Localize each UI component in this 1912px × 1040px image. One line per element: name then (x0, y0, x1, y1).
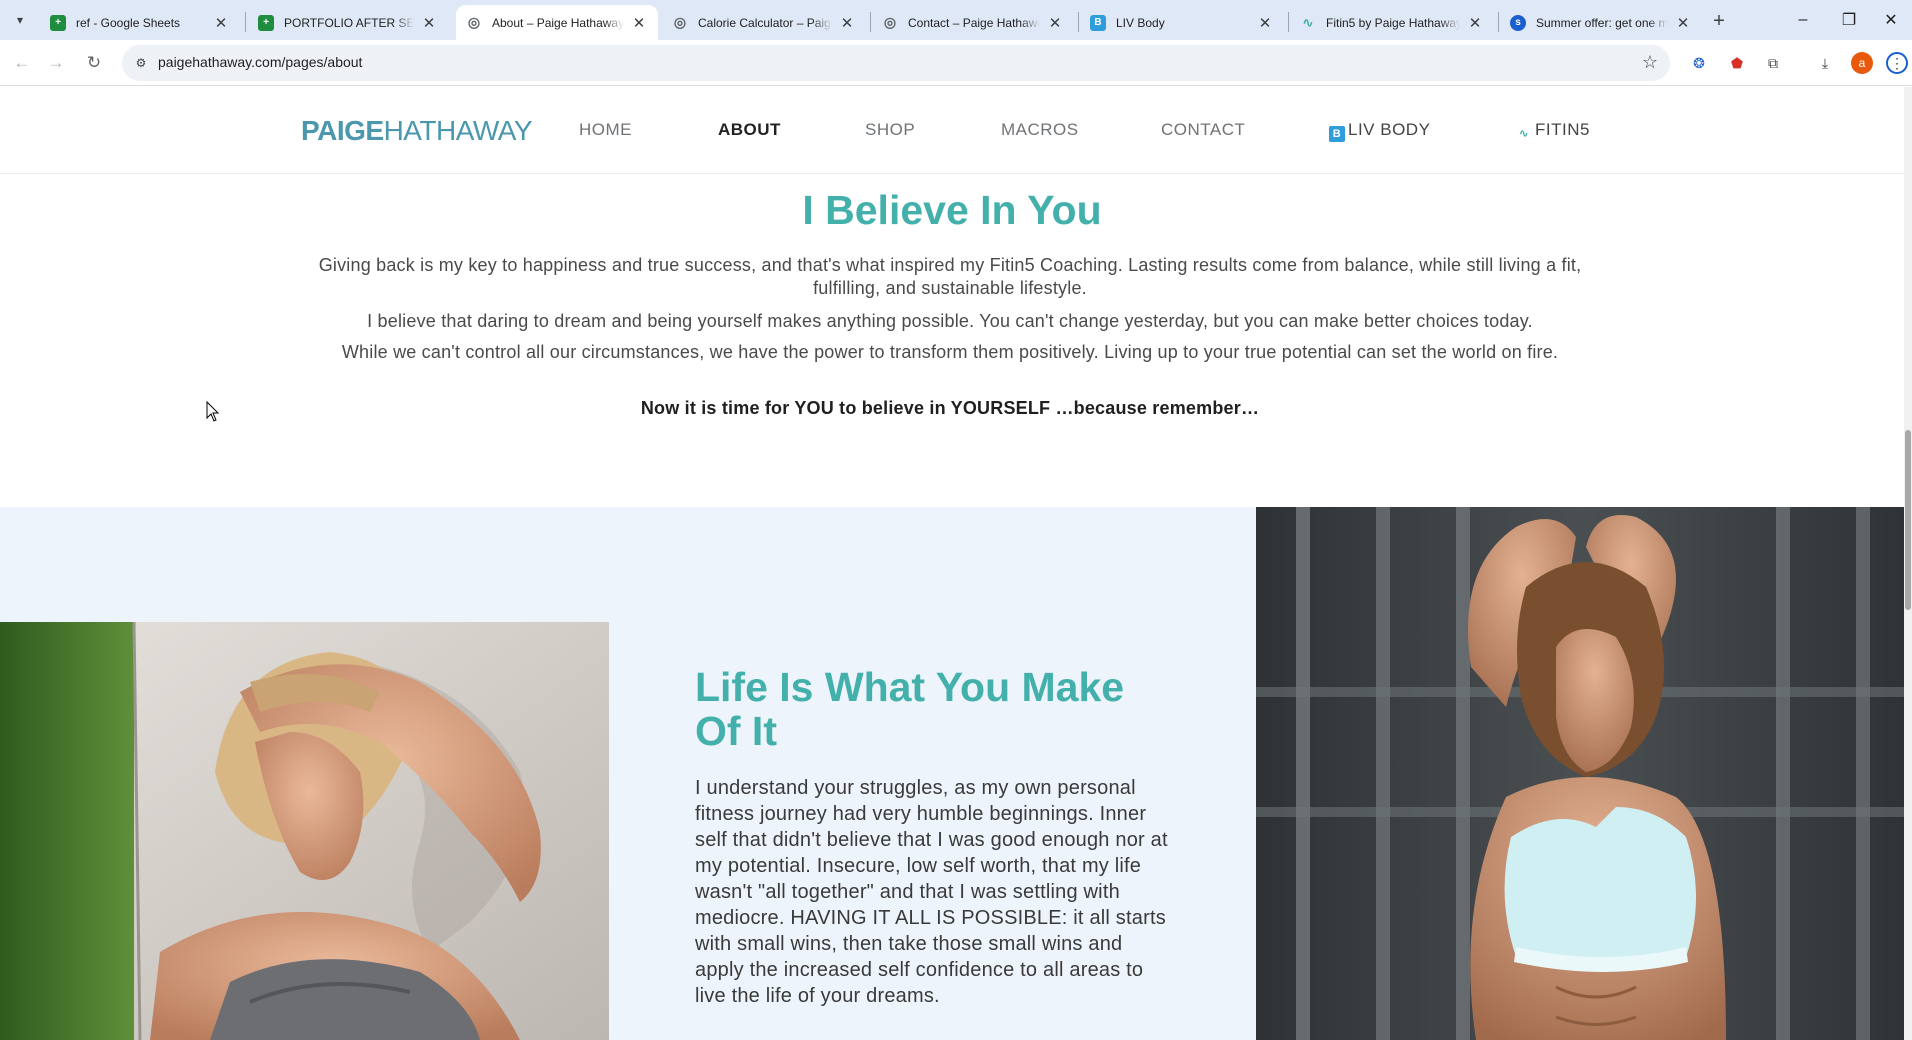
woman-lying-photo (0, 622, 609, 1040)
logo-bold-text: PAIGE (301, 115, 384, 146)
google-sheets-icon: + (258, 14, 274, 31)
nav-home[interactable]: HOME (579, 120, 632, 140)
globe-icon: ◎ (673, 14, 687, 30)
forward-button[interactable]: → (42, 49, 70, 77)
life-heading: Life Is What You Make Of It (695, 664, 1125, 754)
close-icon[interactable]: ✕ (1466, 14, 1484, 32)
offer-icon: s (1510, 14, 1526, 31)
chrome-menu-icon[interactable]: ⋮ (1886, 52, 1908, 74)
site-logo[interactable]: PAIGEHATHAWAY (301, 115, 533, 147)
nav-fitin5[interactable]: ∿ FITIN5 (1516, 120, 1590, 142)
tab-title: PORTFOLIO AFTER SELLIN (284, 15, 414, 30)
nav-shop[interactable]: SHOP (865, 120, 915, 140)
address-bar[interactable]: ⚙ paigehathaway.com/pages/about ☆ (122, 45, 1670, 81)
tab-title: Contact – Paige Hathaway (908, 15, 1040, 30)
nav-liv-body-label: LIV BODY (1348, 120, 1431, 139)
woman-tying-hair-photo (1256, 507, 1904, 1040)
tab-separator (870, 12, 871, 32)
liv-body-icon: B (1090, 14, 1106, 31)
close-icon[interactable]: ✕ (838, 14, 856, 32)
nav-fitin5-label: FITIN5 (1535, 120, 1590, 139)
download-icon[interactable]: ⤓ (1814, 52, 1836, 74)
tab-title: Fitin5 by Paige Hathaway (1326, 15, 1460, 30)
believe-paragraph-4: Now it is time for YOU to believe in YOU… (640, 398, 1260, 418)
tab-ref-sheets[interactable]: + ref - Google Sheets ✕ (40, 5, 240, 40)
globe-icon: ◎ (467, 14, 481, 30)
tab-title: LIV Body (1116, 15, 1165, 30)
tab-separator (1498, 12, 1499, 32)
google-sheets-icon: + (50, 14, 66, 31)
profile-initial: a (1858, 56, 1866, 70)
restore-button[interactable]: ❐ (1826, 6, 1872, 34)
scrollbar-thumb[interactable] (1905, 430, 1911, 610)
nav-contact[interactable]: CONTACT (1161, 120, 1245, 140)
tab-calorie-calculator[interactable]: ◎ Calorie Calculator – Paige ✕ (662, 5, 866, 40)
believe-heading: I Believe In You (802, 187, 1102, 233)
extension-icon[interactable]: ❂ (1688, 52, 1710, 74)
new-tab-button[interactable]: + (1706, 8, 1732, 34)
url-text[interactable]: paigehathaway.com/pages/about (158, 54, 362, 70)
close-icon[interactable]: ✕ (212, 14, 230, 32)
believe-paragraph-1: Giving back is my key to happiness and t… (318, 255, 1582, 298)
logo-light-text: HATHAWAY (383, 115, 533, 146)
tab-summer-offer[interactable]: s Summer offer: get one m ✕ (1500, 5, 1702, 40)
life-paragraph: I understand your struggles, as my own p… (695, 777, 1168, 1007)
tab-title: Calorie Calculator – Paige (698, 15, 832, 30)
nav-macros[interactable]: MACROS (1001, 120, 1079, 140)
fitin5-icon: ∿ (1519, 128, 1529, 140)
back-button[interactable]: ← (8, 49, 36, 77)
tab-fitin5[interactable]: ∿ Fitin5 by Paige Hathaway ✕ (1290, 5, 1494, 40)
tab-separator (1078, 12, 1079, 32)
close-icon[interactable]: ✕ (630, 14, 648, 32)
tab-search-icon[interactable]: ▾ (8, 8, 32, 32)
believe-paragraph-2: I believe that daring to dream and being… (367, 311, 1533, 331)
tab-portfolio-sheets[interactable]: + PORTFOLIO AFTER SELLIN ✕ (248, 5, 448, 40)
close-icon[interactable]: ✕ (1046, 14, 1064, 32)
tab-title: ref - Google Sheets (76, 15, 181, 30)
site-header: PAIGEHATHAWAY HOME ABOUT SHOP MACROS CON… (0, 87, 1904, 174)
believe-paragraph-3: While we can't control all our circumsta… (341, 342, 1559, 362)
close-window-button[interactable]: ✕ (1870, 6, 1912, 34)
shield-extension-icon[interactable]: ⬟ (1726, 52, 1748, 74)
tab-about-active[interactable]: ◎ About – Paige Hathaway ✕ (456, 5, 658, 40)
globe-icon: ◎ (883, 14, 897, 30)
close-icon[interactable]: ✕ (1256, 14, 1274, 32)
puzzle-extensions-icon[interactable]: ⧉ (1762, 52, 1784, 74)
minimize-button[interactable]: – (1780, 6, 1826, 34)
fitin5-icon: ∿ (1302, 14, 1314, 30)
site-settings-icon[interactable]: ⚙ (132, 54, 150, 72)
web-page: PAIGEHATHAWAY HOME ABOUT SHOP MACROS CON… (0, 87, 1912, 1040)
life-section: Life Is What You Make Of It I understand… (0, 507, 1904, 1040)
nav-liv-body[interactable]: B LIV BODY (1329, 120, 1430, 142)
tab-separator (1288, 12, 1289, 32)
tab-contact[interactable]: ◎ Contact – Paige Hathaway ✕ (872, 5, 1074, 40)
bookmark-star-icon[interactable]: ☆ (1642, 52, 1658, 73)
tab-strip: ▾ + ref - Google Sheets ✕ + PORTFOLIO AF… (0, 0, 1912, 40)
nav-about[interactable]: ABOUT (718, 120, 781, 140)
close-icon[interactable]: ✕ (1674, 14, 1692, 32)
tab-title: About – Paige Hathaway (492, 15, 624, 30)
tab-title: Summer offer: get one m (1536, 15, 1668, 30)
mouse-cursor (206, 401, 220, 422)
liv-body-icon: B (1329, 126, 1345, 142)
close-icon[interactable]: ✕ (420, 14, 438, 32)
profile-avatar[interactable]: a (1851, 52, 1873, 74)
tab-liv-body[interactable]: B LIV Body ✕ (1080, 5, 1284, 40)
reload-button[interactable]: ↻ (80, 49, 108, 77)
browser-toolbar: ← → ↻ ⚙ paigehathaway.com/pages/about ☆ … (0, 40, 1912, 86)
tab-separator (245, 12, 246, 32)
